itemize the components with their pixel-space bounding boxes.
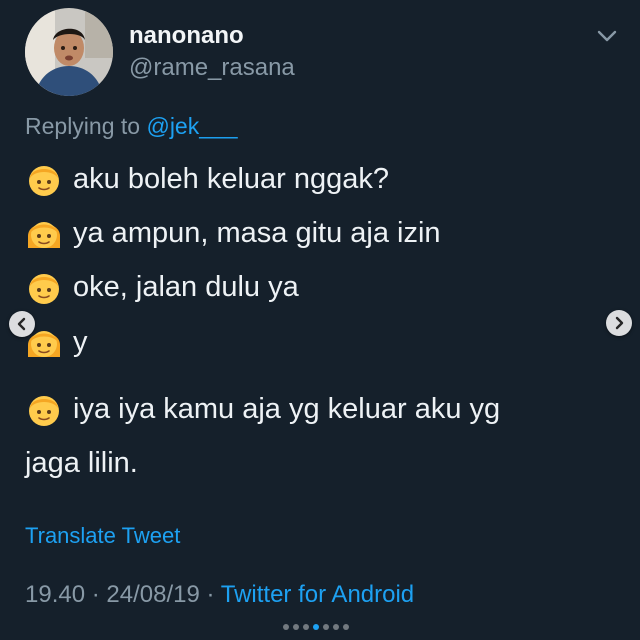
instagram-post-frame: nanonano @rame_rasana Replying to @jek__… (0, 0, 640, 640)
tweet-date: 24/08/19 (106, 581, 200, 608)
chevron-left-icon (17, 317, 26, 331)
carousel-dot (293, 624, 299, 630)
tweet-line-text: aku boleh keluar nggak? (73, 163, 390, 195)
avatar-photo (25, 8, 113, 96)
tweet-line: oke, jalan dulu ya (25, 268, 299, 306)
meta-separator: · (206, 581, 215, 608)
carousel-dot-active (313, 624, 319, 630)
tweet-source-link[interactable]: Twitter for Android (221, 581, 414, 608)
replying-mention-link[interactable]: @jek___ (146, 113, 237, 139)
boy-face-icon (25, 160, 63, 198)
boy-face-icon (25, 390, 63, 428)
carousel-dot (303, 624, 309, 630)
avatar[interactable] (25, 8, 113, 96)
carousel-next-button[interactable] (606, 310, 632, 336)
carousel-dot (333, 624, 339, 630)
translate-tweet-link[interactable]: Translate Tweet (25, 522, 180, 550)
tweet-line: ya ampun, masa gitu aja izin (25, 214, 441, 252)
tweet-line: iya iya kamu aja yg keluar aku yg (25, 390, 500, 428)
tweet-line-text: iya iya kamu aja yg keluar aku yg (73, 393, 501, 425)
user-handle[interactable]: @rame_rasana (129, 54, 295, 82)
tweet-line-text: ya ampun, masa gitu aja izin (73, 217, 441, 249)
tweet-line-text: y (73, 326, 88, 358)
replying-to-label: Replying to (25, 113, 141, 139)
chevron-right-icon (615, 316, 624, 330)
carousel-dot (343, 624, 349, 630)
tweet-line-text: oke, jalan dulu ya (73, 271, 299, 303)
boy-face-icon (25, 268, 63, 306)
replying-to: Replying to @jek___ (25, 112, 238, 140)
carousel-dot (283, 624, 289, 630)
tweet-line: aku boleh keluar nggak? (25, 160, 389, 198)
carousel-indicator (283, 624, 349, 630)
chevron-down-icon[interactable] (595, 26, 619, 46)
carousel-dot (323, 624, 329, 630)
tweet-line-continuation: jaga lilin. (25, 447, 138, 479)
meta-separator: · (91, 581, 100, 608)
carousel-prev-button[interactable] (9, 311, 35, 337)
girl-face-icon (25, 214, 63, 252)
display-name[interactable]: nanonano (129, 22, 244, 50)
tweet-meta: 19.40 · 24/08/19 · Twitter for Android (25, 580, 414, 610)
tweet-time: 19.40 (25, 581, 86, 608)
